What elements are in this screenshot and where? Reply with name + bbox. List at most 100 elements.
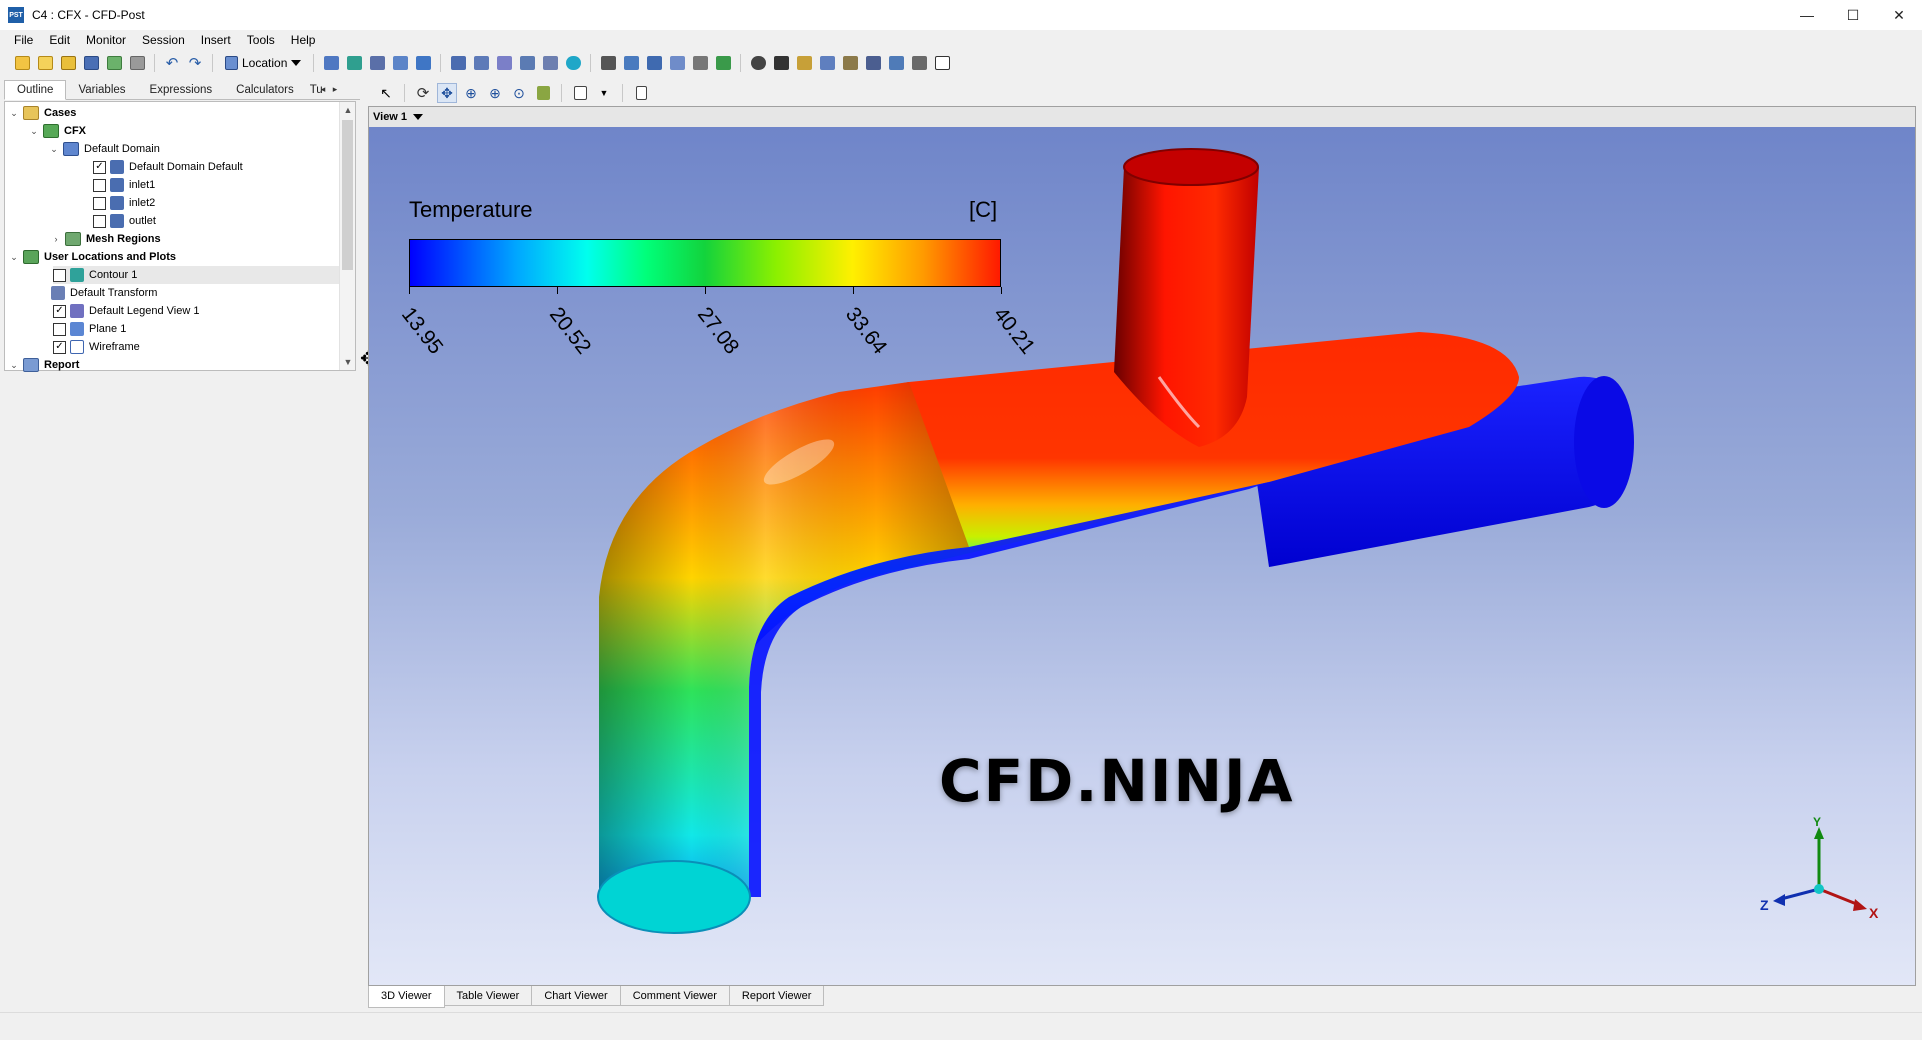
visibility-checkbox[interactable]: ✓	[53, 340, 66, 354]
fit-view-icon[interactable]: ⊙	[509, 83, 529, 103]
visibility-checkbox[interactable]	[93, 196, 106, 210]
quick-editor-icon[interactable]	[794, 53, 814, 73]
tab-report-viewer[interactable]: Report Viewer	[728, 986, 825, 1006]
expression-icon[interactable]	[621, 53, 641, 73]
streamline-icon[interactable]	[367, 53, 387, 73]
command-editor-icon[interactable]	[932, 53, 952, 73]
table-icon[interactable]	[644, 53, 664, 73]
collapse-icon[interactable]: ⌄	[9, 108, 19, 118]
load-state-icon[interactable]	[58, 53, 78, 73]
tree-item-default-domain-default[interactable]: ✓ Default Domain Default	[93, 158, 243, 176]
tab-variables[interactable]: Variables	[66, 81, 137, 99]
open-file-icon[interactable]	[35, 53, 55, 73]
view-name[interactable]: View 1	[373, 111, 407, 123]
tree-scrollbar[interactable]: ▲ ▼	[339, 102, 355, 370]
tab-outline[interactable]: Outline	[4, 80, 67, 100]
comment-icon[interactable]	[690, 53, 710, 73]
macro-calculator-icon[interactable]	[863, 53, 883, 73]
visibility-checkbox[interactable]: ✓	[53, 304, 66, 318]
expand-icon[interactable]: ›	[51, 234, 61, 244]
scroll-up-icon[interactable]: ▲	[340, 102, 356, 118]
tree-item-inlet2[interactable]: inlet2	[93, 194, 155, 212]
location-dropdown[interactable]: Location	[220, 52, 306, 74]
tree-item-contour-1[interactable]: Contour 1	[53, 266, 343, 284]
tab-scroll-right-icon[interactable]: ▸	[330, 82, 340, 96]
menu-file[interactable]: File	[6, 30, 41, 50]
tab-chart-viewer[interactable]: Chart Viewer	[531, 986, 621, 1006]
tree-item-user-locations[interactable]: ⌄ User Locations and Plots	[9, 248, 176, 266]
tree-item-plane-1[interactable]: Plane 1	[53, 320, 126, 338]
visibility-checkbox[interactable]	[93, 214, 106, 228]
render-scene[interactable]: Temperature [C] 13.95 20.52 27.08 33.64 …	[369, 127, 1915, 985]
maximize-button[interactable]: ☐	[1830, 0, 1876, 30]
tab-comment-viewer[interactable]: Comment Viewer	[619, 986, 730, 1006]
tab-calculators[interactable]: Calculators	[224, 81, 306, 99]
save-state-icon[interactable]	[81, 53, 101, 73]
tree-item-cases[interactable]: ⌄ Cases	[9, 104, 76, 122]
tree-item-default-domain[interactable]: ⌄ Default Domain	[49, 140, 160, 158]
contour-icon[interactable]	[344, 53, 364, 73]
viewport-layout-icon[interactable]	[570, 83, 590, 103]
zoom-box-icon[interactable]: ⊕	[485, 83, 505, 103]
tree-item-mesh-regions[interactable]: › Mesh Regions	[51, 230, 161, 248]
minimize-button[interactable]: —	[1784, 0, 1830, 30]
tab-3d-viewer[interactable]: 3D Viewer	[368, 986, 445, 1008]
menu-insert[interactable]: Insert	[193, 30, 239, 50]
screenshot-icon[interactable]	[127, 53, 147, 73]
tab-scroll-left-icon[interactable]: ◂	[318, 82, 328, 96]
tree-item-outlet[interactable]: outlet	[93, 212, 156, 230]
tree-item-default-legend-view-1[interactable]: ✓ Default Legend View 1	[53, 302, 200, 320]
volume-rendering-icon[interactable]	[413, 53, 433, 73]
text-icon[interactable]	[448, 53, 468, 73]
clip-plane-icon[interactable]	[540, 53, 560, 73]
color-map-icon[interactable]	[563, 53, 583, 73]
menu-edit[interactable]: Edit	[41, 30, 78, 50]
tab-expressions[interactable]: Expressions	[138, 81, 225, 99]
variable-icon[interactable]	[598, 53, 618, 73]
collapse-icon[interactable]: ⌄	[29, 126, 39, 136]
collapse-icon[interactable]: ⌄	[49, 144, 59, 154]
tab-table-viewer[interactable]: Table Viewer	[443, 986, 533, 1006]
probe-icon[interactable]	[817, 53, 837, 73]
tree-item-cfx[interactable]: ⌄ CFX	[29, 122, 86, 140]
tree-item-default-transform[interactable]: Default Transform	[51, 284, 157, 302]
legend-icon[interactable]	[494, 53, 514, 73]
visibility-checkbox[interactable]	[53, 322, 66, 336]
zoom-icon[interactable]: ⊕	[461, 83, 481, 103]
vector-icon[interactable]	[321, 53, 341, 73]
visibility-checkbox[interactable]	[53, 268, 66, 282]
rotate-icon[interactable]: ⟳	[413, 83, 433, 103]
animation-icon[interactable]	[771, 53, 791, 73]
3d-viewer[interactable]: View 1 Temperature [C] 13.95 20.52 27.08…	[368, 106, 1916, 986]
timestep-icon[interactable]	[748, 53, 768, 73]
undo-icon[interactable]: ↶	[162, 53, 182, 73]
visibility-checkbox[interactable]: ✓	[93, 160, 106, 174]
refresh-icon[interactable]	[104, 53, 124, 73]
close-button[interactable]: ✕	[1876, 0, 1922, 30]
menu-help[interactable]: Help	[283, 30, 324, 50]
pan-icon[interactable]: ✥	[437, 83, 457, 103]
tree-item-inlet1[interactable]: inlet1	[93, 176, 155, 194]
highlight-icon[interactable]	[533, 83, 553, 103]
visibility-checkbox[interactable]	[93, 178, 106, 192]
sync-views-icon[interactable]	[631, 83, 651, 103]
menu-session[interactable]: Session	[134, 30, 193, 50]
menu-monitor[interactable]: Monitor	[78, 30, 134, 50]
figure-icon[interactable]	[713, 53, 733, 73]
chevron-down-icon[interactable]	[413, 114, 424, 120]
new-case-icon[interactable]	[12, 53, 32, 73]
chevron-down-icon[interactable]: ▼	[594, 83, 614, 103]
redo-icon[interactable]: ↷	[185, 53, 205, 73]
tree-item-wireframe[interactable]: ✓ Wireframe	[53, 338, 140, 356]
menu-tools[interactable]: Tools	[239, 30, 283, 50]
instance-transform-icon[interactable]	[517, 53, 537, 73]
case-comparison-icon[interactable]	[909, 53, 929, 73]
mesh-calculator-icon[interactable]	[886, 53, 906, 73]
collapse-icon[interactable]: ⌄	[9, 252, 19, 262]
particle-track-icon[interactable]	[390, 53, 410, 73]
function-calculator-icon[interactable]	[840, 53, 860, 73]
coordinate-frame-icon[interactable]	[471, 53, 491, 73]
scroll-down-icon[interactable]: ▼	[340, 354, 356, 370]
select-icon[interactable]: ↖	[376, 83, 396, 103]
scroll-thumb[interactable]	[342, 120, 353, 270]
